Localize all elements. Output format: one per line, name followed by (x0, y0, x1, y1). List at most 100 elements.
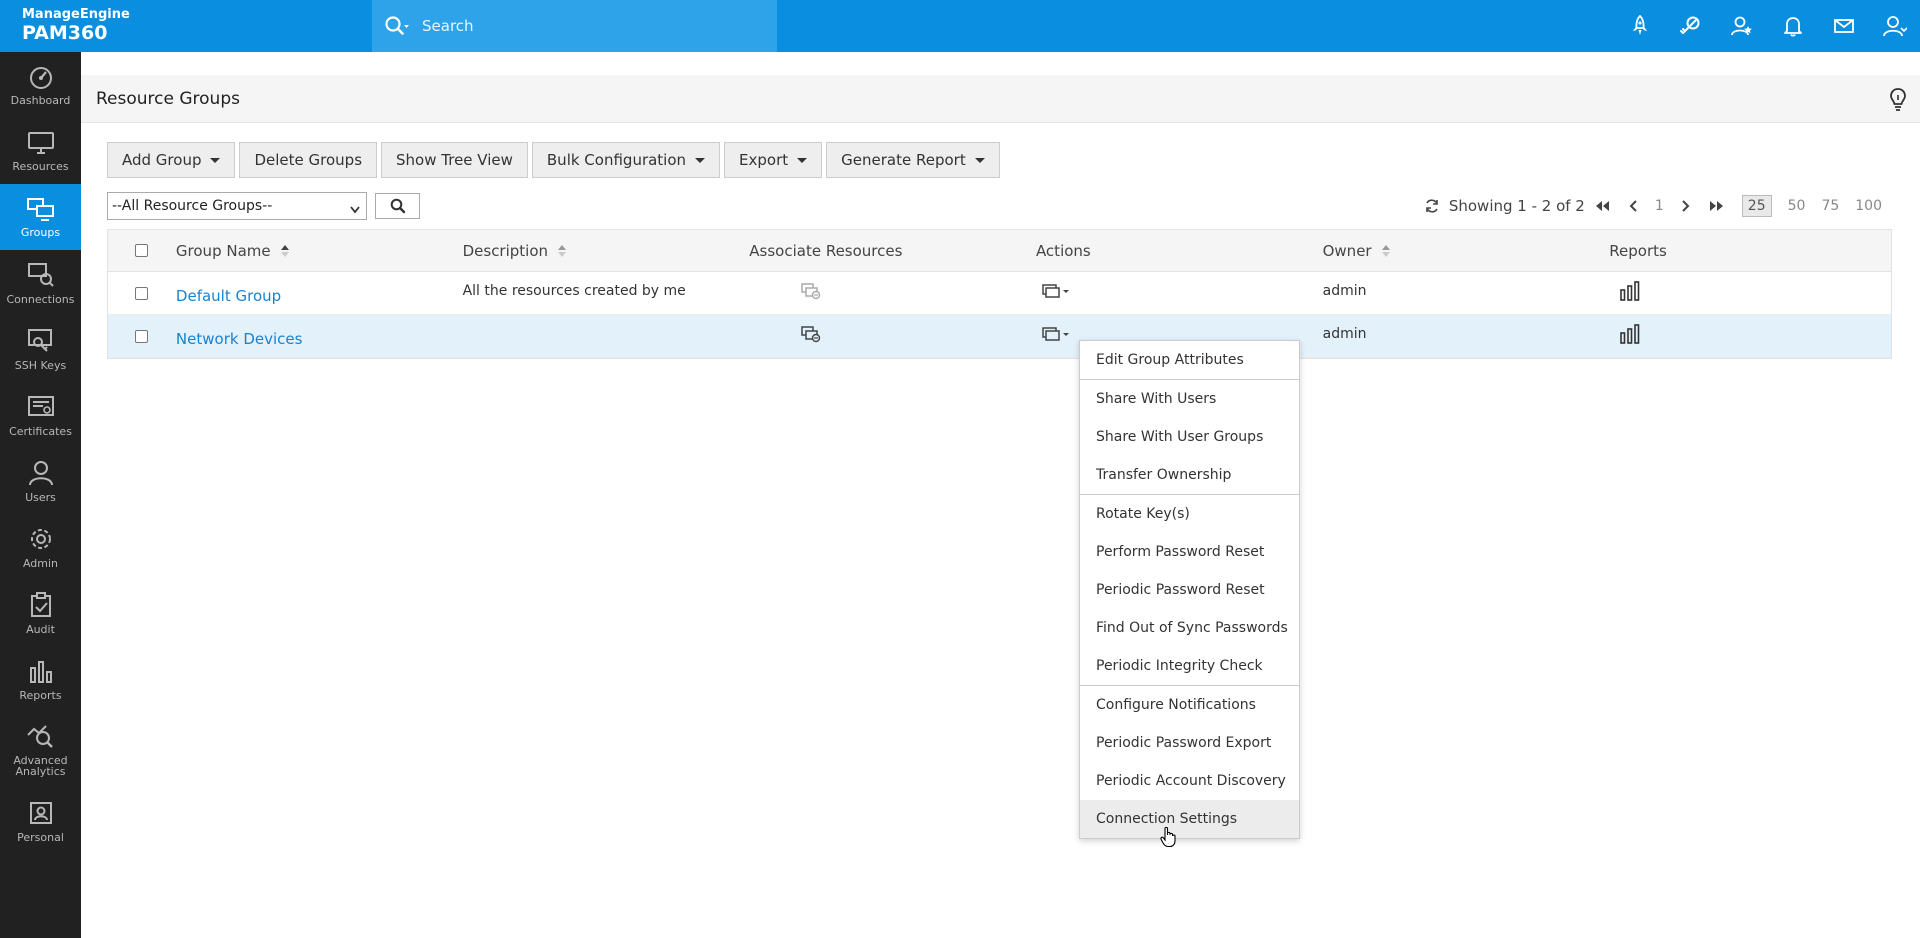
menu-item-transfer-ownership[interactable]: Transfer Ownership (1080, 456, 1299, 494)
search-icon (390, 198, 405, 214)
delete-groups-button[interactable]: Delete Groups (239, 142, 378, 178)
generate-report-button[interactable]: Generate Report (826, 142, 1000, 178)
add-group-button[interactable]: Add Group (107, 142, 236, 178)
previous-page-icon[interactable] (1628, 200, 1638, 212)
sidebar-item-label: Advanced Analytics (13, 754, 68, 778)
next-page-icon[interactable] (1681, 200, 1691, 212)
brand-logo[interactable]: ManageEngine PAM360 (0, 0, 372, 52)
page-size-100[interactable]: 100 (1855, 198, 1882, 214)
show-tree-view-button[interactable]: Show Tree View (381, 142, 528, 178)
actions-menu-icon[interactable] (1042, 283, 1072, 303)
sidebar-item-label: SSH Keys (14, 358, 67, 372)
select-all-checkbox[interactable] (135, 244, 149, 257)
column-description[interactable]: Description (463, 242, 750, 260)
sidebar-item-resources[interactable]: Resources (0, 118, 81, 184)
column-group-name[interactable]: Group Name (176, 242, 463, 260)
first-page-icon[interactable] (1594, 200, 1610, 212)
report-chart-icon[interactable] (1619, 324, 1641, 348)
menu-item-periodic-password-export[interactable]: Periodic Password Export (1080, 724, 1299, 762)
showing-count: Showing 1 - 2 of 2 (1448, 197, 1585, 215)
personal-icon (29, 801, 52, 824)
resource-group-filter-select[interactable]: --All Resource Groups-- (107, 192, 367, 220)
dashboard-icon (29, 66, 52, 89)
column-label: Reports (1609, 241, 1667, 260)
menu-item-find-out-of-sync-passwords[interactable]: Find Out of Sync Passwords (1080, 609, 1299, 647)
connections-icon (27, 262, 54, 287)
sidebar-item-audit[interactable]: Audit (0, 580, 81, 646)
column-owner[interactable]: Owner (1323, 242, 1610, 260)
export-button[interactable]: Export (724, 142, 823, 178)
sort-icon (280, 244, 289, 257)
menu-item-periodic-account-discovery[interactable]: Periodic Account Discovery (1080, 762, 1299, 800)
bulk-configuration-button[interactable]: Bulk Configuration (531, 142, 721, 178)
menu-item-periodic-integrity-check[interactable]: Periodic Integrity Check (1080, 647, 1299, 685)
sidebar-item-advanced-analytics[interactable]: Advanced Analytics (0, 712, 81, 788)
table-row: Network Devices admin (108, 315, 1891, 358)
sidebar-item-admin[interactable]: Admin (0, 514, 81, 580)
page-size-25[interactable]: 25 (1741, 195, 1772, 217)
row-checkbox[interactable] (135, 286, 149, 300)
filter-search-button[interactable] (375, 193, 420, 219)
show-tree-view-label: Show Tree View (396, 151, 513, 169)
actions-menu-icon[interactable] (1042, 326, 1072, 346)
mail-icon[interactable] (1818, 0, 1869, 52)
menu-item-share-with-user-groups[interactable]: Share With User Groups (1080, 418, 1299, 456)
sidebar-item-label: Users (25, 490, 56, 504)
add-group-label: Add Group (122, 151, 202, 169)
group-name-link[interactable]: Default Group (176, 287, 281, 305)
certificate-icon (27, 395, 54, 416)
search-input[interactable] (422, 17, 752, 35)
user-star-icon[interactable] (1716, 0, 1767, 52)
row-checkbox[interactable] (135, 329, 149, 343)
page-size-75[interactable]: 75 (1821, 198, 1839, 214)
last-page-icon[interactable] (1709, 200, 1725, 212)
menu-item-connection-settings[interactable]: Connection Settings (1080, 800, 1299, 838)
export-label: Export (739, 151, 789, 169)
menu-item-share-with-users[interactable]: Share With Users (1080, 380, 1299, 418)
menu-item-periodic-password-reset[interactable]: Periodic Password Reset (1080, 571, 1299, 609)
sidebar-item-reports[interactable]: Reports (0, 646, 81, 712)
page-size-50[interactable]: 50 (1788, 198, 1806, 214)
column-associate-resources: Associate Resources (749, 242, 1036, 260)
sidebar-item-label: Audit (26, 622, 55, 636)
group-name-link[interactable]: Network Devices (176, 330, 303, 348)
toolbar: Add Group Delete Groups Show Tree View B… (107, 142, 1004, 178)
associate-resources-icon[interactable] (801, 282, 821, 304)
table-row: Default Group All the resources created … (108, 272, 1891, 315)
menu-item-configure-notifications[interactable]: Configure Notifications (1080, 686, 1299, 724)
sidebar-item-groups[interactable]: Groups (0, 184, 81, 250)
sidebar-item-certificates[interactable]: Certificates (0, 382, 81, 448)
resource-groups-table: Group Name Description Associate Resourc… (107, 229, 1892, 359)
menu-item-perform-password-reset[interactable]: Perform Password Reset (1080, 533, 1299, 571)
hand-cursor-icon (1160, 826, 1178, 852)
sidebar-item-label: Connections (6, 292, 75, 306)
sidebar-item-users[interactable]: Users (0, 448, 81, 514)
brand-company: ManageEngine (22, 7, 130, 22)
menu-item-edit-group-attributes[interactable]: Edit Group Attributes (1080, 341, 1299, 379)
search-icon[interactable] (384, 14, 418, 38)
sidebar-item-personal[interactable]: Personal (0, 788, 81, 854)
sort-icon (558, 244, 567, 257)
actions-dropdown-menu: Edit Group Attributes Share With Users S… (1079, 340, 1300, 839)
sidebar-item-label: Reports (19, 688, 62, 702)
sidebar-item-ssh-keys[interactable]: SSH Keys (0, 316, 81, 382)
menu-item-rotate-keys[interactable]: Rotate Key(s) (1080, 495, 1299, 533)
bar-chart-icon (29, 660, 52, 683)
column-label: Group Name (175, 241, 271, 260)
groups-icon (26, 197, 54, 221)
report-chart-icon[interactable] (1619, 281, 1641, 305)
owner-value: admin (1322, 283, 1367, 299)
associate-resources-icon[interactable] (801, 325, 821, 347)
sidebar-item-connections[interactable]: Connections (0, 250, 81, 316)
sidebar-item-label: Personal (17, 830, 64, 844)
rocket-icon[interactable] (1614, 0, 1665, 52)
link-key-icon[interactable] (1665, 0, 1716, 52)
sidebar-item-dashboard[interactable]: Dashboard (0, 52, 81, 118)
delete-groups-label: Delete Groups (254, 151, 363, 169)
owner-value: admin (1322, 326, 1367, 342)
refresh-icon[interactable] (1424, 198, 1440, 214)
lightbulb-icon[interactable] (1888, 87, 1908, 115)
column-label: Actions (1035, 241, 1091, 260)
bell-icon[interactable] (1767, 0, 1818, 52)
user-profile-icon[interactable] (1869, 0, 1920, 52)
